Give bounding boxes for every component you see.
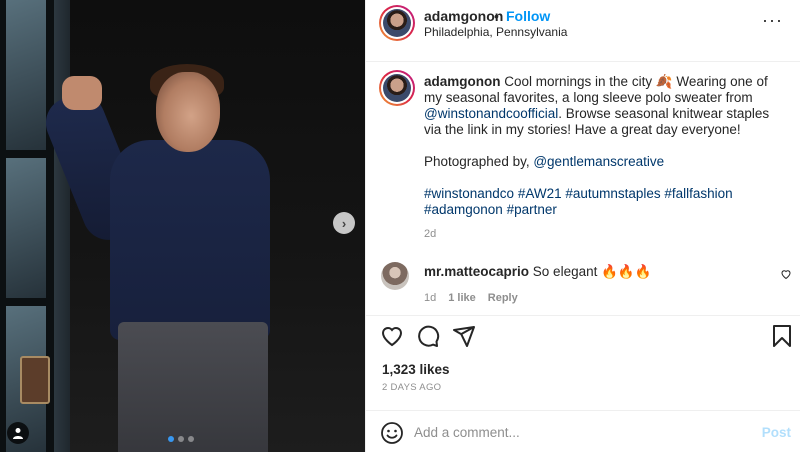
comment: mr.matteocaprio So elegant 🔥🔥🔥 (424, 264, 652, 280)
post-comment-button[interactable]: Post (762, 425, 791, 440)
user-tag-button[interactable] (7, 422, 29, 444)
action-bar (366, 315, 800, 355)
chevron-right-icon: › (341, 215, 347, 231)
photo-credit-text: Photographed by, (424, 154, 534, 169)
comment-text: So elegant (529, 264, 602, 279)
carousel-dot-active (168, 436, 174, 442)
comment-meta: 1d 1 like Reply (424, 292, 518, 304)
post-caption: adamgonon Cool mornings in the city 🍂 We… (424, 74, 784, 218)
commenter-avatar[interactable] (381, 262, 409, 290)
commenter-username[interactable]: mr.matteocaprio (424, 264, 529, 279)
caption-text: Cool mornings in the city (500, 74, 656, 89)
hashtags[interactable]: #winstonandco #AW21 #autumnstaples #fall… (424, 186, 784, 218)
post-photo[interactable]: › (0, 0, 365, 452)
caption-username[interactable]: adamgonon (424, 74, 501, 89)
post-date: 2 DAYS AGO (382, 382, 442, 393)
leaf-emoji: 🍂 (655, 74, 673, 89)
separator-dot: • (494, 8, 499, 24)
carousel-next-button[interactable]: › (333, 212, 355, 234)
author-avatar[interactable] (379, 5, 415, 41)
post-location[interactable]: Philadelphia, Pennsylvania (424, 25, 567, 39)
share-icon[interactable] (452, 324, 476, 348)
fire-emoji: 🔥🔥🔥 (601, 264, 652, 279)
caption-avatar[interactable] (379, 70, 415, 106)
author-username[interactable]: adamgonon (424, 8, 503, 24)
user-tag-icon (13, 428, 23, 439)
post-header: adamgonon • Follow Philadelphia, Pennsyl… (366, 0, 800, 62)
photographer-mention-link[interactable]: @gentlemanscreative (533, 154, 664, 169)
comment-icon[interactable] (416, 324, 440, 348)
emoji-smile-icon[interactable] (380, 421, 404, 445)
likes-count[interactable]: 1,323 likes (382, 362, 450, 377)
comment-likes[interactable]: 1 like (448, 292, 476, 304)
bookmark-icon[interactable] (770, 324, 794, 348)
post-details-panel: adamgonon • Follow Philadelphia, Pennsyl… (365, 0, 800, 452)
add-comment-input[interactable] (414, 421, 734, 443)
add-comment-bar: Post (366, 410, 800, 452)
caption-timestamp: 2d (424, 228, 437, 240)
follow-button[interactable]: Follow (506, 8, 550, 24)
heart-icon[interactable] (380, 324, 404, 348)
more-options-icon[interactable]: ··· (762, 10, 783, 31)
carousel-dot (178, 436, 184, 442)
comment-like-icon[interactable] (780, 268, 792, 280)
carousel-indicator (168, 436, 194, 442)
reply-button[interactable]: Reply (488, 292, 518, 304)
comment-timestamp: 1d (424, 292, 437, 304)
carousel-dot (188, 436, 194, 442)
brand-mention-link[interactable]: @winstonandcoofficial (424, 106, 558, 121)
window-frame (0, 0, 70, 452)
